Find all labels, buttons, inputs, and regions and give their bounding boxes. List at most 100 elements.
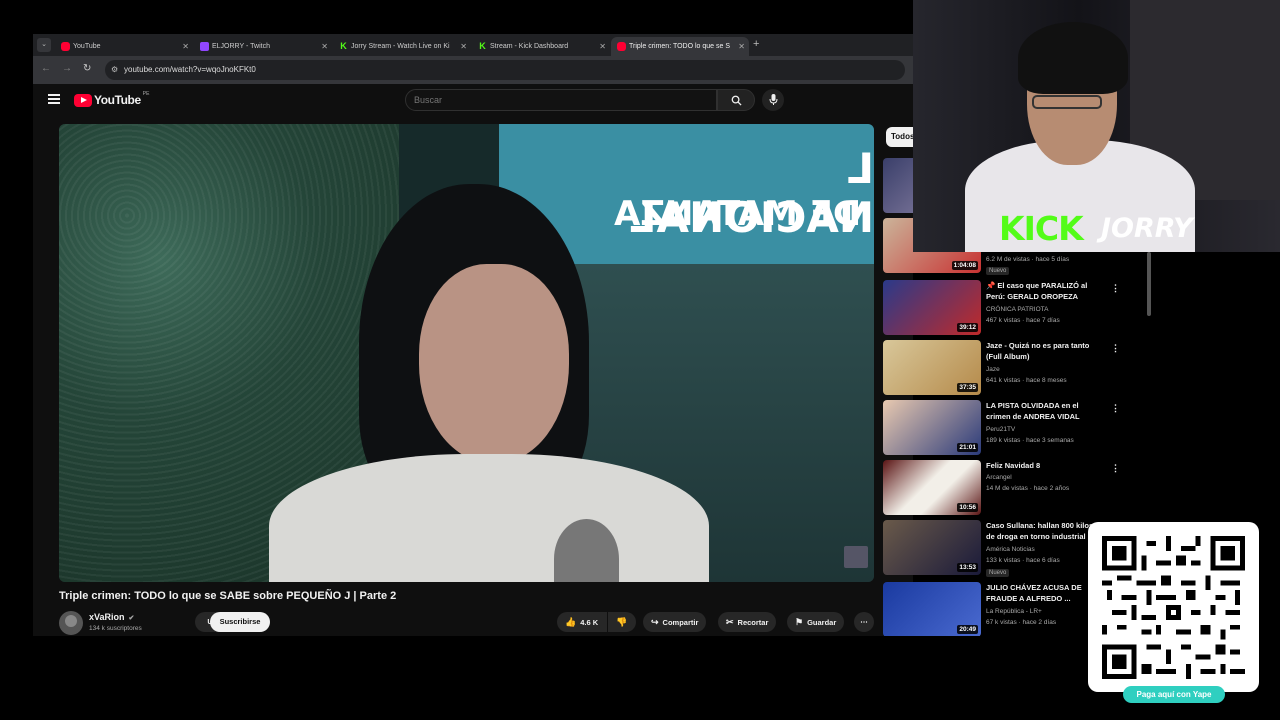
- channel-name[interactable]: CRÓNICA PATRIOTA: [986, 306, 1048, 313]
- recommendations-scrollbar[interactable]: [1147, 252, 1151, 316]
- share-button[interactable]: ↪ Compartir: [643, 612, 707, 632]
- url-field[interactable]: ⚙ youtube.com/watch?v=wqoJnoKFKt0: [105, 60, 905, 80]
- reload-icon[interactable]: ↻: [83, 63, 91, 74]
- video-thumbnail[interactable]: 37:35: [883, 340, 981, 395]
- duration-badge: 37:35: [957, 383, 978, 392]
- channel-name[interactable]: xVaRion ✔: [89, 612, 134, 622]
- twitch-favicon-icon: [200, 42, 209, 51]
- forward-arrow-icon[interactable]: →: [62, 63, 72, 74]
- video-title[interactable]: 📌 El caso que PARALIZÓ al Perú: GERALD O…: [986, 281, 1096, 302]
- channel-name[interactable]: Jaze: [986, 366, 1000, 373]
- subscribe-button[interactable]: Suscribirse: [210, 612, 270, 632]
- url-text: youtube.com/watch?v=wqoJnoKFKt0: [124, 65, 256, 74]
- close-icon[interactable]: ✕: [321, 37, 328, 56]
- channel-avatar[interactable]: [59, 611, 83, 635]
- duration-badge: 1:04:08: [951, 261, 978, 270]
- list-item[interactable]: 10:56 Feliz Navidad 8 Arcangel 14 M de v…: [883, 460, 1153, 518]
- video-title[interactable]: LA PISTA OLVIDADA en el crimen de ANDREA…: [986, 401, 1096, 422]
- more-vertical-icon[interactable]: ⋮: [1111, 403, 1120, 414]
- new-tab-icon[interactable]: +: [753, 38, 759, 50]
- video-meta: 14 M de vistas · hace 2 años: [986, 485, 1070, 492]
- qr-code-icon: [1102, 536, 1245, 679]
- video-meta: 189 k vistas · hace 3 semanas: [986, 437, 1074, 444]
- close-icon[interactable]: ✕: [738, 37, 745, 56]
- dislike-button[interactable]: 👎: [608, 612, 636, 632]
- video-player[interactable]: L NACIONAL DE MATANZA: [59, 124, 874, 582]
- video-title: Triple crimen: TODO lo que se SABE sobre…: [59, 590, 397, 602]
- site-info-icon[interactable]: ⚙: [111, 65, 118, 74]
- channel-name[interactable]: Arcangel: [986, 474, 1012, 481]
- kick-logo: KICK: [999, 209, 1084, 248]
- voice-search-button[interactable]: [762, 89, 784, 111]
- subscriber-count: 134 k suscriptores: [89, 625, 142, 632]
- close-icon[interactable]: ✕: [460, 37, 467, 56]
- tab-search-icon[interactable]: ⌄: [37, 38, 51, 52]
- tab-label: Stream - Kick Dashboard: [490, 43, 569, 50]
- channel-name[interactable]: América Noticias: [986, 546, 1035, 553]
- channel-row: xVaRion ✔ 134 k suscriptores Unirse Susc…: [59, 608, 874, 636]
- save-button[interactable]: ⚑ Guardar: [787, 612, 845, 632]
- country-code: PE: [142, 91, 150, 97]
- more-vertical-icon[interactable]: ⋮: [1111, 343, 1120, 354]
- video-thumbnail[interactable]: 10:56: [883, 460, 981, 515]
- list-item[interactable]: 21:01 LA PISTA OLVIDADA en el crimen de …: [883, 400, 1153, 458]
- address-bar: ← → ↻ ⚙ youtube.com/watch?v=wqoJnoKFKt0: [33, 56, 913, 84]
- more-vertical-icon[interactable]: ⋮: [1111, 283, 1120, 294]
- video-meta: 67 k vistas · hace 2 días: [986, 619, 1057, 626]
- video-title[interactable]: JULIO CHÁVEZ ACUSA DE FRAUDE A ALFREDO .…: [986, 583, 1096, 604]
- video-frame-face: [419, 264, 569, 464]
- scissors-icon: ✂: [726, 617, 734, 627]
- video-title[interactable]: Feliz Navidad 8: [986, 461, 1096, 472]
- search-box[interactable]: [405, 89, 717, 111]
- tab-twitch[interactable]: ELJORRY - Twitch ✕: [194, 37, 332, 56]
- list-item[interactable]: 39:12 📌 El caso que PARALIZÓ al Perú: GE…: [883, 280, 1153, 338]
- channel-watermark[interactable]: [844, 546, 868, 568]
- search-button[interactable]: [717, 89, 755, 111]
- youtube-logo[interactable]: YouTube PE: [74, 91, 150, 107]
- back-arrow-icon[interactable]: ←: [41, 63, 51, 74]
- video-thumbnail[interactable]: 13:53: [883, 520, 981, 575]
- video-meta: 641 k vistas · hace 8 meses: [986, 377, 1067, 384]
- video-title[interactable]: Caso Sullana: hallan 800 kilos de droga …: [986, 521, 1096, 542]
- thumbs-down-icon: 👎: [616, 617, 628, 627]
- close-icon[interactable]: ✕: [599, 37, 606, 56]
- more-horizontal-icon: ⋯: [860, 617, 868, 626]
- video-thumbnail[interactable]: 39:12: [883, 280, 981, 335]
- search-input[interactable]: [406, 90, 716, 110]
- save-label: Guardar: [807, 618, 837, 627]
- tab-youtube[interactable]: YouTube ✕: [55, 37, 193, 56]
- like-button[interactable]: 👍 4.6 K: [557, 612, 607, 632]
- bookmark-icon: ⚑: [795, 617, 804, 627]
- like-count: 4.6 K: [580, 618, 599, 627]
- video-thumbnail[interactable]: 20:49: [883, 582, 981, 636]
- tab-label: Jorry Stream - Watch Live on Ki: [351, 43, 450, 50]
- tab-bar: ⌄ YouTube ✕ ELJORRY - Twitch ✕ K Jorry S…: [33, 34, 913, 56]
- microphone-icon: [769, 94, 777, 105]
- tab-triple-crimen[interactable]: Triple crimen: TODO lo que se S ✕: [611, 37, 749, 56]
- video-meta: 6.2 M de vistas · hace 5 días: [986, 256, 1070, 263]
- new-badge: Nuevo: [986, 267, 1010, 275]
- yape-pay-button[interactable]: Paga aquí con Yape: [1123, 686, 1225, 703]
- tab-kick-stream[interactable]: K Jorry Stream - Watch Live on Ki ✕: [333, 37, 471, 56]
- menu-icon[interactable]: [48, 94, 60, 104]
- clip-label: Recortar: [737, 618, 769, 627]
- video-thumbnail[interactable]: 21:01: [883, 400, 981, 455]
- more-actions-button[interactable]: ⋯: [854, 612, 874, 632]
- duration-badge: 21:01: [957, 443, 978, 452]
- close-icon[interactable]: ✕: [182, 37, 189, 56]
- clip-button[interactable]: ✂ Recortar: [718, 612, 777, 632]
- duration-badge: 10:56: [957, 503, 978, 512]
- thumbs-up-icon: 👍: [565, 617, 577, 627]
- channel-name[interactable]: Peru21TV: [986, 426, 1015, 433]
- list-item[interactable]: 37:35 Jaze - Quizá no es para tanto (Ful…: [883, 340, 1153, 398]
- tab-label: ELJORRY - Twitch: [212, 43, 270, 50]
- more-vertical-icon[interactable]: ⋮: [1111, 463, 1120, 474]
- tab-kick-dashboard[interactable]: K Stream - Kick Dashboard ✕: [472, 37, 610, 56]
- video-title[interactable]: Jaze - Quizá no es para tanto (Full Albu…: [986, 341, 1096, 362]
- channel-name-text: xVaRion: [89, 612, 125, 622]
- channel-name[interactable]: La República - LR+: [986, 608, 1042, 615]
- duration-badge: 13:53: [957, 563, 978, 572]
- qr-card: [1088, 522, 1259, 692]
- youtube-favicon-icon: [61, 42, 70, 51]
- video-meta: 467 k vistas · hace 7 días: [986, 317, 1060, 324]
